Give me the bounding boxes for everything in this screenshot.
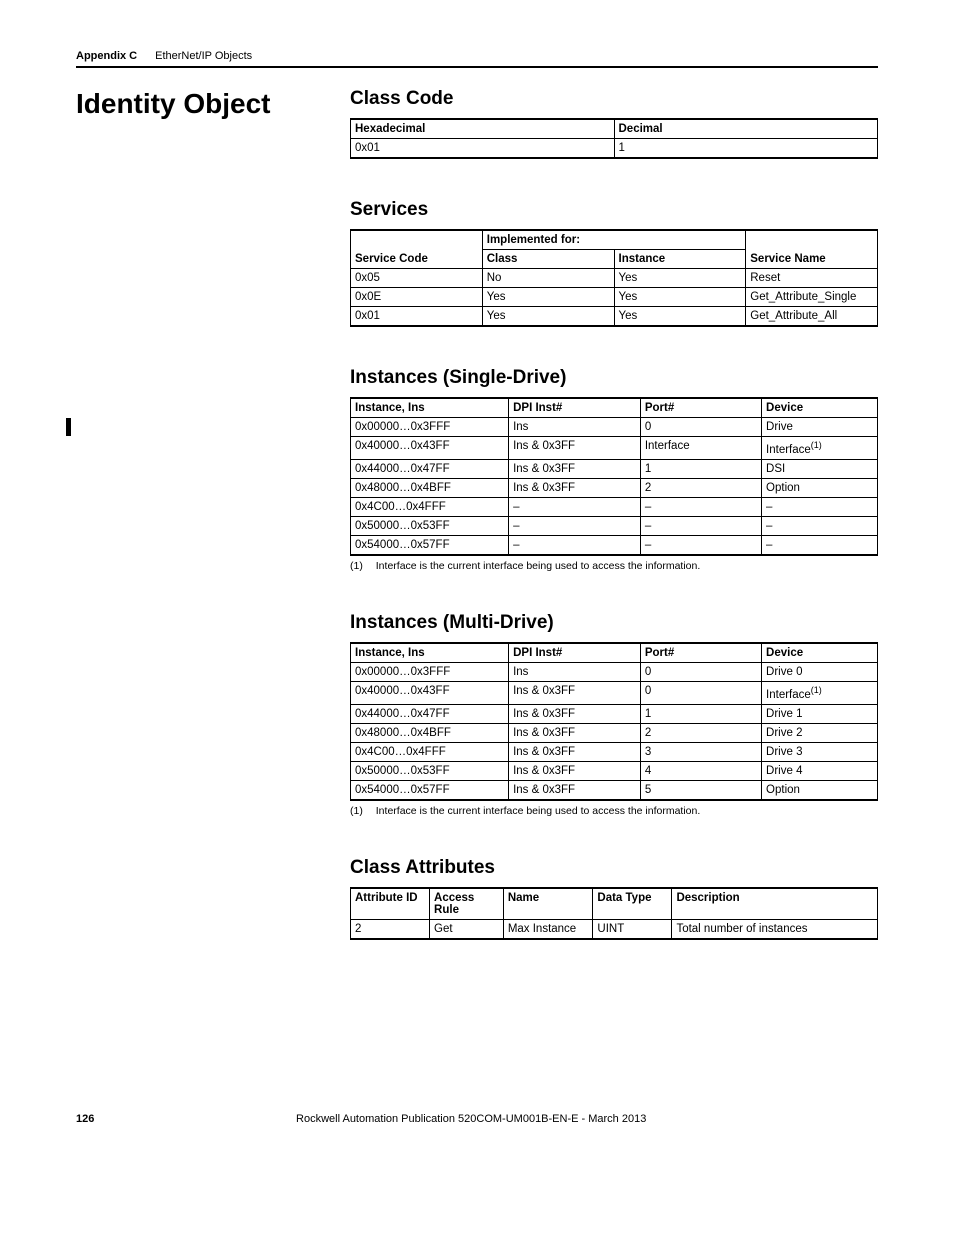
- table-row: 0x05 No Yes Reset: [351, 269, 878, 288]
- header-title: EtherNet/IP Objects: [155, 50, 252, 62]
- table-row: 2 Get Max Instance UINT Total number of …: [351, 919, 878, 939]
- class-code-heading: Class Code: [350, 88, 878, 110]
- th-dec: Decimal: [614, 119, 878, 139]
- table-row: 0x44000…0x47FFIns & 0x3FF1DSI: [351, 459, 878, 478]
- page-title: Identity Object: [76, 88, 306, 120]
- th-instance: Instance: [614, 250, 746, 269]
- table-row: 0x48000…0x4BFFIns & 0x3FF2Option: [351, 478, 878, 497]
- instances-multi-section: Instances (Multi-Drive) Instance, Ins DP…: [350, 612, 878, 817]
- table-row: 0x44000…0x47FFIns & 0x3FF1Drive 1: [351, 704, 878, 723]
- instances-single-heading: Instances (Single-Drive): [350, 367, 878, 389]
- services-heading: Services: [350, 199, 878, 221]
- instances-single-section: Instances (Single-Drive) Instance, Ins D…: [350, 367, 878, 572]
- header-appendix: Appendix C: [76, 50, 137, 62]
- table-row: 0x00000…0x3FFFIns0Drive 0: [351, 662, 878, 681]
- th-implemented-for: Implemented for:: [482, 230, 746, 250]
- table-row: 0x50000…0x53FF–––: [351, 516, 878, 535]
- th-service-code: Service Code: [351, 230, 483, 269]
- th-class: Class: [482, 250, 614, 269]
- page-number: 126: [76, 1113, 94, 1125]
- th-service-name: Service Name: [746, 230, 878, 269]
- table-row: 0x54000…0x57FFIns & 0x3FF5Option: [351, 780, 878, 800]
- running-header: Appendix C EtherNet/IP Objects: [76, 50, 878, 62]
- instances-single-footnote: (1) Interface is the current interface b…: [350, 560, 878, 572]
- table-row: 0x4C00…0x4FFF–––: [351, 497, 878, 516]
- table-row: 0x01 Yes Yes Get_Attribute_All: [351, 307, 878, 327]
- page-footer: 126 Rockwell Automation Publication 520C…: [76, 1113, 878, 1125]
- change-bar-icon: [66, 418, 71, 436]
- table-row: 0x00000…0x3FFFIns0Drive: [351, 418, 878, 437]
- instances-multi-footnote: (1) Interface is the current interface b…: [350, 805, 878, 817]
- header-rule: [76, 66, 878, 68]
- instances-single-table: Instance, Ins DPI Inst# Port# Device 0x0…: [350, 397, 878, 556]
- table-row: 0x50000…0x53FFIns & 0x3FF4Drive 4: [351, 761, 878, 780]
- instances-multi-heading: Instances (Multi-Drive): [350, 612, 878, 634]
- table-row: 0x48000…0x4BFFIns & 0x3FF2Drive 2: [351, 723, 878, 742]
- table-row: 0x0E Yes Yes Get_Attribute_Single: [351, 288, 878, 307]
- class-code-section: Class Code Hexadecimal Decimal 0x01 1: [350, 88, 878, 159]
- th-hex: Hexadecimal: [351, 119, 615, 139]
- table-row: 0x40000…0x43FFIns & 0x3FF0Interface(1): [351, 681, 878, 704]
- class-attributes-section: Class Attributes Attribute ID Access Rul…: [350, 857, 878, 940]
- instances-multi-table: Instance, Ins DPI Inst# Port# Device 0x0…: [350, 642, 878, 801]
- table-row: 0x54000…0x57FF–––: [351, 535, 878, 555]
- services-section: Services Service Code Implemented for: S…: [350, 199, 878, 327]
- publication-info: Rockwell Automation Publication 520COM-U…: [94, 1113, 848, 1125]
- class-attributes-table: Attribute ID Access Rule Name Data Type …: [350, 887, 878, 940]
- services-table: Service Code Implemented for: Service Na…: [350, 229, 878, 327]
- table-row: 0x4C00…0x4FFFIns & 0x3FF3Drive 3: [351, 742, 878, 761]
- table-row: 0x01 1: [351, 139, 878, 159]
- table-row: 0x40000…0x43FFIns & 0x3FFInterfaceInterf…: [351, 437, 878, 460]
- class-code-table: Hexadecimal Decimal 0x01 1: [350, 118, 878, 159]
- class-attributes-heading: Class Attributes: [350, 857, 878, 879]
